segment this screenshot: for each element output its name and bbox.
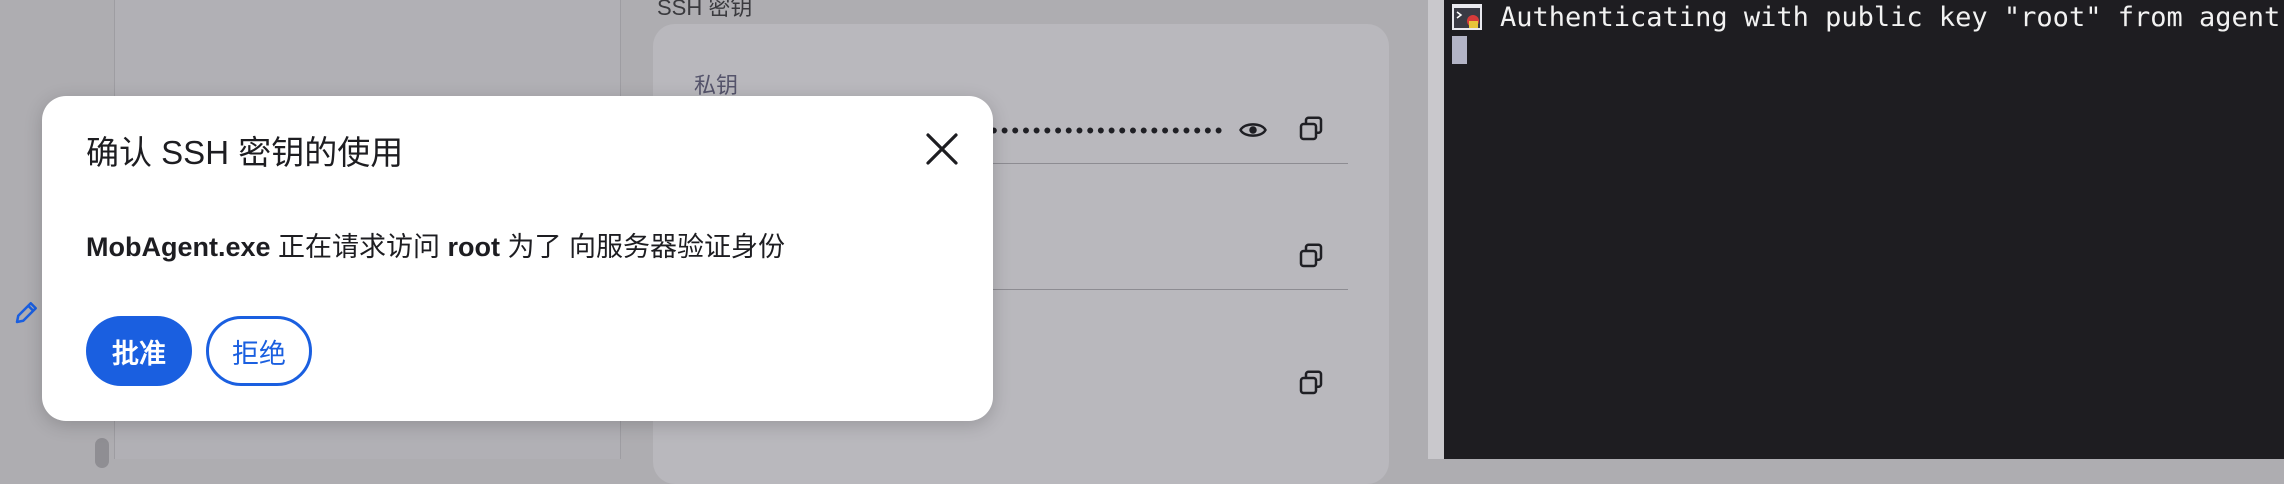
- section-title: SSH 密钥: [657, 0, 753, 20]
- requesting-app-name: MobAgent.exe: [86, 232, 271, 262]
- copy-icon[interactable]: [1296, 241, 1326, 271]
- message-text: 为了 向服务器验证身份: [500, 232, 786, 262]
- terminal-window[interactable]: Authenticating with public key "root" fr…: [1444, 0, 2284, 459]
- scrollbar-thumb[interactable]: [95, 438, 109, 468]
- private-key-value: •••••••••••••••••••••••: [990, 118, 1222, 143]
- terminal-output-line: Authenticating with public key "root" fr…: [1500, 2, 2281, 33]
- window-splitter[interactable]: [1428, 0, 1444, 459]
- copy-icon[interactable]: [1296, 368, 1326, 398]
- key-name: root: [447, 232, 501, 262]
- reject-button[interactable]: 拒绝: [206, 316, 312, 386]
- message-text: 正在请求访问: [270, 232, 448, 262]
- pencil-icon[interactable]: [12, 297, 42, 327]
- eye-icon[interactable]: [1238, 115, 1268, 145]
- close-icon[interactable]: [922, 129, 962, 169]
- copy-icon[interactable]: [1296, 114, 1326, 144]
- terminal-cursor: [1452, 36, 1467, 64]
- dialog-message: MobAgent.exe 正在请求访问 root 为了 向服务器验证身份: [86, 225, 785, 264]
- approve-button[interactable]: 批准: [86, 316, 192, 386]
- dialog-title: 确认 SSH 密钥的使用: [86, 134, 404, 171]
- terminal-app-icon: [1452, 4, 1482, 30]
- ssh-key-confirm-dialog: 确认 SSH 密钥的使用 MobAgent.exe 正在请求访问 root 为了…: [42, 96, 993, 421]
